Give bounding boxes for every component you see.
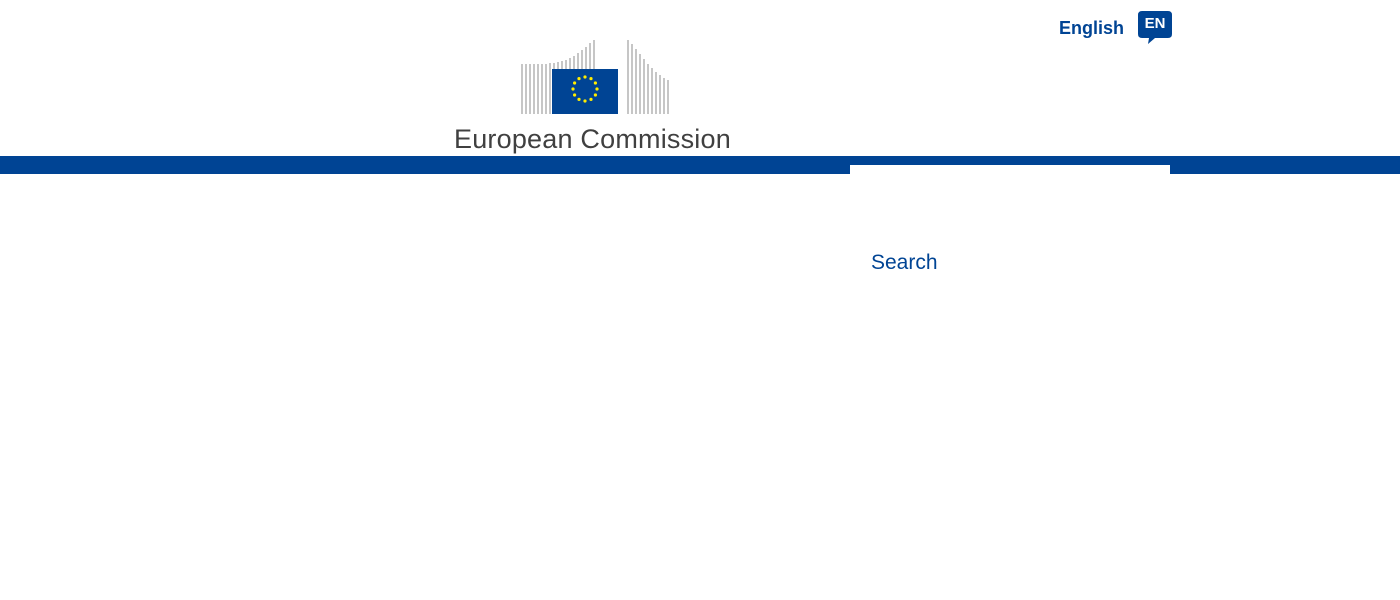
language-label: English [1059,18,1125,38]
language-code: EN [1144,15,1166,32]
search-link[interactable]: Search [871,251,938,275]
search-panel: Search [850,165,1170,315]
eu-flag-building-icon [521,40,669,114]
language-code-badge: EN [1138,11,1173,45]
logo-text: European Commission [454,124,731,154]
page: English EN European Commission Search [0,0,1400,600]
language-selector[interactable]: English EN [1059,11,1173,45]
european-commission-logo[interactable]: European Commission [454,38,734,158]
header-blue-bar [0,156,1400,174]
